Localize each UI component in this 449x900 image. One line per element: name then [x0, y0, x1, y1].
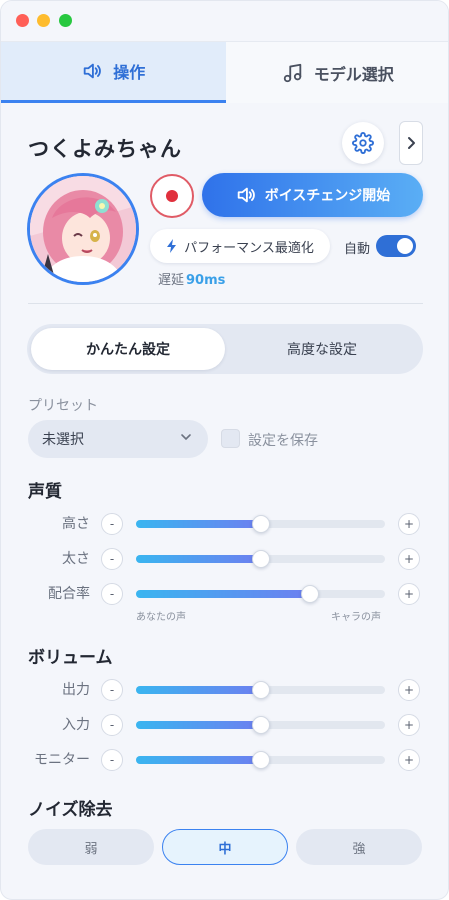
slider-handle[interactable]: [251, 550, 270, 568]
tab-advanced-settings[interactable]: 高度な設定: [225, 328, 419, 370]
mix-rate-label: 配合率: [48, 586, 90, 602]
chevron-right-icon: [408, 137, 415, 149]
lightning-icon: [167, 239, 177, 253]
minimize-window-button[interactable]: [37, 14, 50, 27]
mix-right-label: キャラの声: [331, 612, 381, 623]
tab-operation[interactable]: 操作: [1, 42, 226, 103]
slider-handle[interactable]: [251, 681, 270, 699]
slider-handle[interactable]: [251, 716, 270, 734]
close-window-button[interactable]: [16, 14, 29, 27]
maximize-window-button[interactable]: [59, 14, 72, 27]
speaker-icon: [83, 63, 102, 79]
slider-handle[interactable]: [251, 751, 270, 769]
output-increase-button[interactable]: +: [398, 679, 420, 701]
preset-selected-value: 未選択: [42, 432, 84, 448]
thickness-increase-button[interactable]: +: [398, 548, 420, 570]
chevron-down-icon: [181, 434, 191, 441]
save-settings-label: 設定を保存: [248, 433, 318, 449]
mode-segmented-control: かんたん設定 高度な設定: [27, 324, 423, 374]
tab-simple-settings[interactable]: かんたん設定: [31, 328, 225, 370]
save-settings-checkbox[interactable]: [221, 429, 240, 448]
latency-readout: 遅延 90ms: [158, 269, 225, 288]
thickness-label: 太さ: [62, 551, 90, 567]
toggle-knob: [397, 238, 413, 254]
monitor-label: モニター: [34, 752, 90, 768]
tab-model-select-label: モデル選択: [313, 64, 394, 84]
auto-label: 自動: [344, 242, 371, 257]
volume-title: ボリューム: [28, 648, 113, 668]
settings-button[interactable]: [342, 122, 384, 164]
record-dot-icon: [166, 190, 178, 202]
input-label: 入力: [62, 717, 90, 733]
slider-fill: [136, 721, 261, 729]
preset-select[interactable]: 未選択: [28, 420, 208, 458]
divider: [28, 303, 423, 304]
mix-rate-slider[interactable]: [136, 585, 385, 603]
monitor-slider[interactable]: [136, 751, 385, 769]
preset-label: プリセット: [28, 398, 98, 414]
slider-fill: [136, 590, 311, 598]
title-bar: [1, 1, 448, 41]
input-increase-button[interactable]: +: [398, 714, 420, 736]
voice-quality-title: 声質: [28, 482, 62, 502]
next-character-button[interactable]: [399, 121, 423, 165]
main-tabs: 操作 モデル選択: [1, 41, 449, 103]
mix-rate-decrease-button[interactable]: -: [101, 583, 123, 605]
tab-model-select[interactable]: モデル選択: [226, 42, 449, 103]
slider-fill: [136, 686, 261, 694]
mix-left-label: あなたの声: [136, 612, 186, 623]
music-note-icon: [283, 63, 301, 82]
performance-label: パフォーマンス最適化: [184, 240, 314, 256]
slider-fill: [136, 520, 261, 528]
character-name: つくよみちゃん: [28, 137, 182, 161]
thickness-slider[interactable]: [136, 550, 385, 568]
voice-change-label: ボイスチェンジ開始: [264, 188, 391, 204]
noise-strong-button[interactable]: 強: [296, 829, 422, 865]
pitch-label: 高さ: [62, 516, 90, 532]
app-window: 操作 モデル選択 つくよみちゃん ボイスチェンジ開始 パフォーマンス最適化 自動…: [0, 0, 449, 900]
operation-panel: つくよみちゃん ボイスチェンジ開始 パフォーマンス最適化 自動 遅延 90ms …: [1, 105, 448, 899]
voice-change-start-button[interactable]: ボイスチェンジ開始: [202, 173, 423, 217]
output-decrease-button[interactable]: -: [101, 679, 123, 701]
pitch-decrease-button[interactable]: -: [101, 513, 123, 535]
pitch-increase-button[interactable]: +: [398, 513, 420, 535]
thickness-decrease-button[interactable]: -: [101, 548, 123, 570]
monitor-increase-button[interactable]: +: [398, 749, 420, 771]
noise-medium-button[interactable]: 中: [162, 829, 288, 865]
noise-reduction-title: ノイズ除去: [28, 800, 113, 820]
tab-operation-label: 操作: [113, 63, 146, 82]
speaker-icon: [237, 187, 255, 203]
auto-toggle[interactable]: [376, 235, 416, 257]
slider-handle[interactable]: [301, 585, 320, 603]
output-label: 出力: [62, 682, 90, 698]
performance-optimize-button[interactable]: パフォーマンス最適化: [150, 229, 330, 263]
input-slider[interactable]: [136, 716, 385, 734]
character-avatar: [27, 173, 139, 285]
noise-weak-button[interactable]: 弱: [28, 829, 154, 865]
slider-fill: [136, 756, 261, 764]
latency-value: 90ms: [186, 273, 226, 288]
latency-label: 遅延: [158, 273, 185, 288]
pitch-slider[interactable]: [136, 515, 385, 533]
input-decrease-button[interactable]: -: [101, 714, 123, 736]
record-button[interactable]: [150, 174, 194, 218]
gear-icon: [352, 132, 374, 154]
monitor-decrease-button[interactable]: -: [101, 749, 123, 771]
slider-fill: [136, 555, 261, 563]
output-slider[interactable]: [136, 681, 385, 699]
mix-rate-increase-button[interactable]: +: [398, 583, 420, 605]
slider-handle[interactable]: [251, 515, 270, 533]
